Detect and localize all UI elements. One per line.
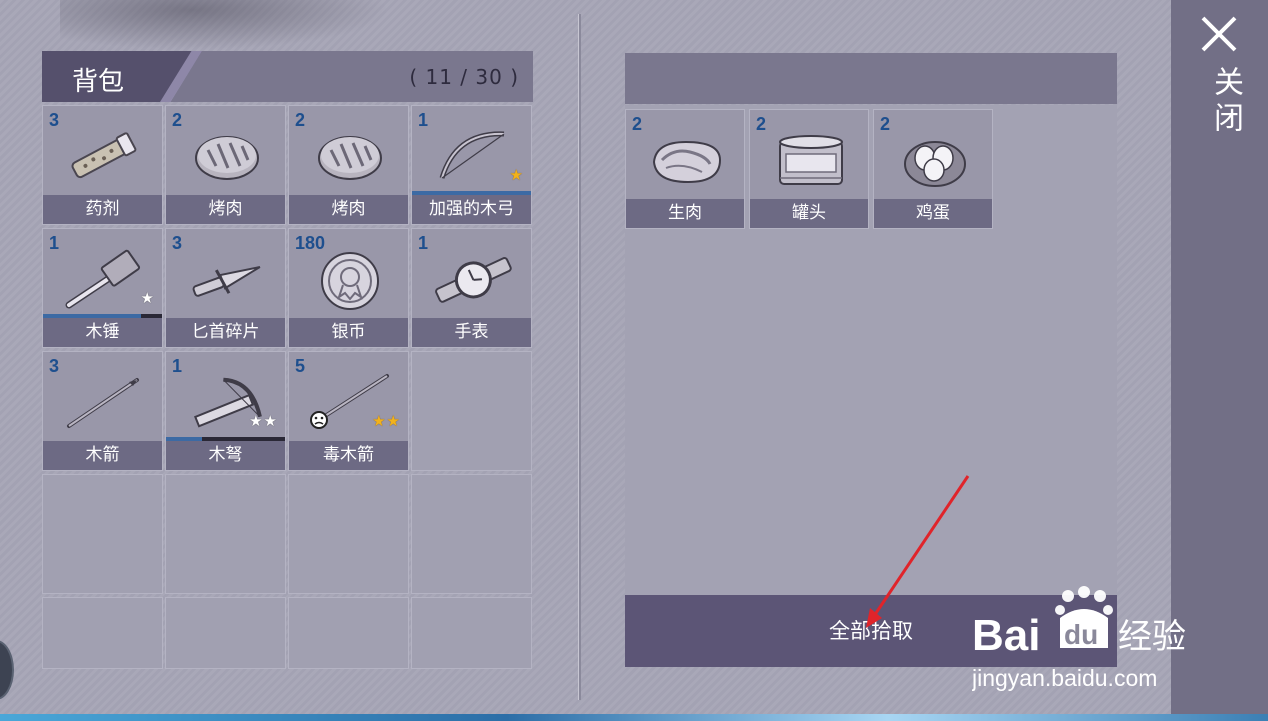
- raw-meat-icon: [652, 140, 722, 184]
- item-quantity: 3: [172, 233, 183, 253]
- loot-panel: 2 生肉 2 罐头 2 鸡蛋 全部拾取: [625, 53, 1117, 667]
- item-name: 匕首碎片: [166, 318, 285, 347]
- side-chat-bubble[interactable]: [0, 640, 14, 700]
- item-stars: ★ ★: [249, 412, 277, 430]
- bow-icon: [439, 131, 505, 179]
- item-name: 烤肉: [289, 195, 408, 224]
- item-name: 木箭: [43, 441, 162, 470]
- pickup-all-button[interactable]: 全部拾取: [625, 595, 1117, 667]
- star-icon: ★: [263, 412, 277, 430]
- item-name: 毒木箭: [289, 441, 408, 470]
- inventory-slot[interactable]: 2 烤肉: [165, 105, 286, 225]
- empty-slot[interactable]: [411, 351, 532, 471]
- star-icon: ★: [372, 412, 386, 430]
- loot-grid: 2 生肉 2 罐头 2 鸡蛋: [625, 109, 993, 229]
- item-stars: ★: [141, 289, 154, 307]
- panel-divider: [578, 14, 581, 700]
- star-icon: ★: [249, 412, 263, 430]
- bottom-bar: [0, 714, 1268, 721]
- inventory-slot[interactable]: 5 ★ ★ 毒木箭: [288, 351, 409, 471]
- inventory-slot[interactable]: 3 药剂: [42, 105, 163, 225]
- inventory-title: 背包: [72, 67, 125, 97]
- silver-coin-icon: [321, 252, 379, 310]
- item-name: 手表: [412, 318, 531, 347]
- loot-slot[interactable]: 2 生肉: [625, 109, 745, 229]
- star-icon: ★: [509, 166, 523, 184]
- canned-food-icon: [779, 135, 843, 185]
- item-quantity: 5: [295, 356, 306, 376]
- item-name: 鸡蛋: [874, 199, 992, 228]
- inventory-slot[interactable]: 3 木箭: [42, 351, 163, 471]
- inventory-slot[interactable]: 1 ★ 木锤: [42, 228, 163, 348]
- loot-header: [625, 53, 1117, 104]
- inventory-header: 背包 ( 11 / 30 ): [42, 51, 533, 102]
- item-quantity: 1: [172, 356, 183, 376]
- hammer-icon: [65, 249, 141, 309]
- inventory-capacity: ( 11 / 30 ): [409, 65, 519, 89]
- item-name: 加强的木弓: [412, 195, 531, 224]
- loot-slot[interactable]: 2 罐头: [749, 109, 869, 229]
- item-quantity: 2: [295, 110, 306, 130]
- eggs-icon: [904, 141, 966, 187]
- star-icon: ★: [140, 289, 154, 307]
- item-name: 生肉: [626, 199, 744, 228]
- inventory-slot[interactable]: 2 烤肉: [288, 105, 409, 225]
- roasted-meat-icon: [195, 136, 259, 180]
- inventory-panel: 背包 ( 11 / 30 ) 3 药剂 2 烤肉 2 烤肉 1 ★ 加强的木弓 …: [42, 51, 533, 669]
- watermark-url: jingyan.baidu.com: [972, 665, 1157, 691]
- empty-slot[interactable]: [288, 474, 409, 594]
- item-quantity: 2: [632, 114, 643, 134]
- item-name: 木锤: [43, 318, 162, 347]
- watch-icon: [435, 257, 512, 303]
- item-name: 银币: [289, 318, 408, 347]
- inventory-grid: 3 药剂 2 烤肉 2 烤肉 1 ★ 加强的木弓 1 ★ 木锤 3 匕首碎片 1…: [42, 105, 532, 717]
- empty-slot[interactable]: [165, 597, 286, 669]
- item-quantity: 2: [880, 114, 891, 134]
- empty-slot[interactable]: [165, 474, 286, 594]
- empty-slot[interactable]: [288, 597, 409, 669]
- item-name: 罐头: [750, 199, 868, 228]
- close-icon[interactable]: [1199, 14, 1239, 54]
- inventory-slot[interactable]: 180 银币: [288, 228, 409, 348]
- item-quantity: 2: [172, 110, 183, 130]
- inventory-slot[interactable]: 1 手表: [411, 228, 532, 348]
- star-icon: ★: [386, 412, 400, 430]
- close-label[interactable]: 关闭: [1203, 66, 1247, 138]
- item-stars: ★ ★: [372, 412, 400, 430]
- roasted-meat-icon: [318, 136, 382, 180]
- item-name: 烤肉: [166, 195, 285, 224]
- loot-slot[interactable]: 2 鸡蛋: [873, 109, 993, 229]
- item-quantity: 3: [49, 110, 60, 130]
- empty-slot[interactable]: [42, 597, 163, 669]
- item-quantity: 2: [756, 114, 767, 134]
- empty-slot[interactable]: [411, 474, 532, 594]
- inventory-slot[interactable]: 3 匕首碎片: [165, 228, 286, 348]
- item-quantity: 1: [418, 110, 429, 130]
- empty-slot[interactable]: [42, 474, 163, 594]
- background-art: [60, 0, 390, 50]
- item-name: 木弩: [166, 441, 285, 470]
- wooden-arrow-icon: [67, 378, 139, 428]
- item-quantity: 1: [49, 233, 60, 253]
- item-quantity: 1: [418, 233, 429, 253]
- potion-icon: [71, 132, 137, 179]
- item-quantity: 3: [49, 356, 60, 376]
- item-stars: ★: [510, 166, 523, 184]
- close-sidebar[interactable]: 关闭: [1171, 0, 1268, 721]
- dagger-fragment-icon: [192, 266, 261, 297]
- inventory-slot[interactable]: 1 ★ 加强的木弓: [411, 105, 532, 225]
- empty-slot[interactable]: [411, 597, 532, 669]
- inventory-slot[interactable]: 1 ★ ★ 木弩: [165, 351, 286, 471]
- item-name: 药剂: [43, 195, 162, 224]
